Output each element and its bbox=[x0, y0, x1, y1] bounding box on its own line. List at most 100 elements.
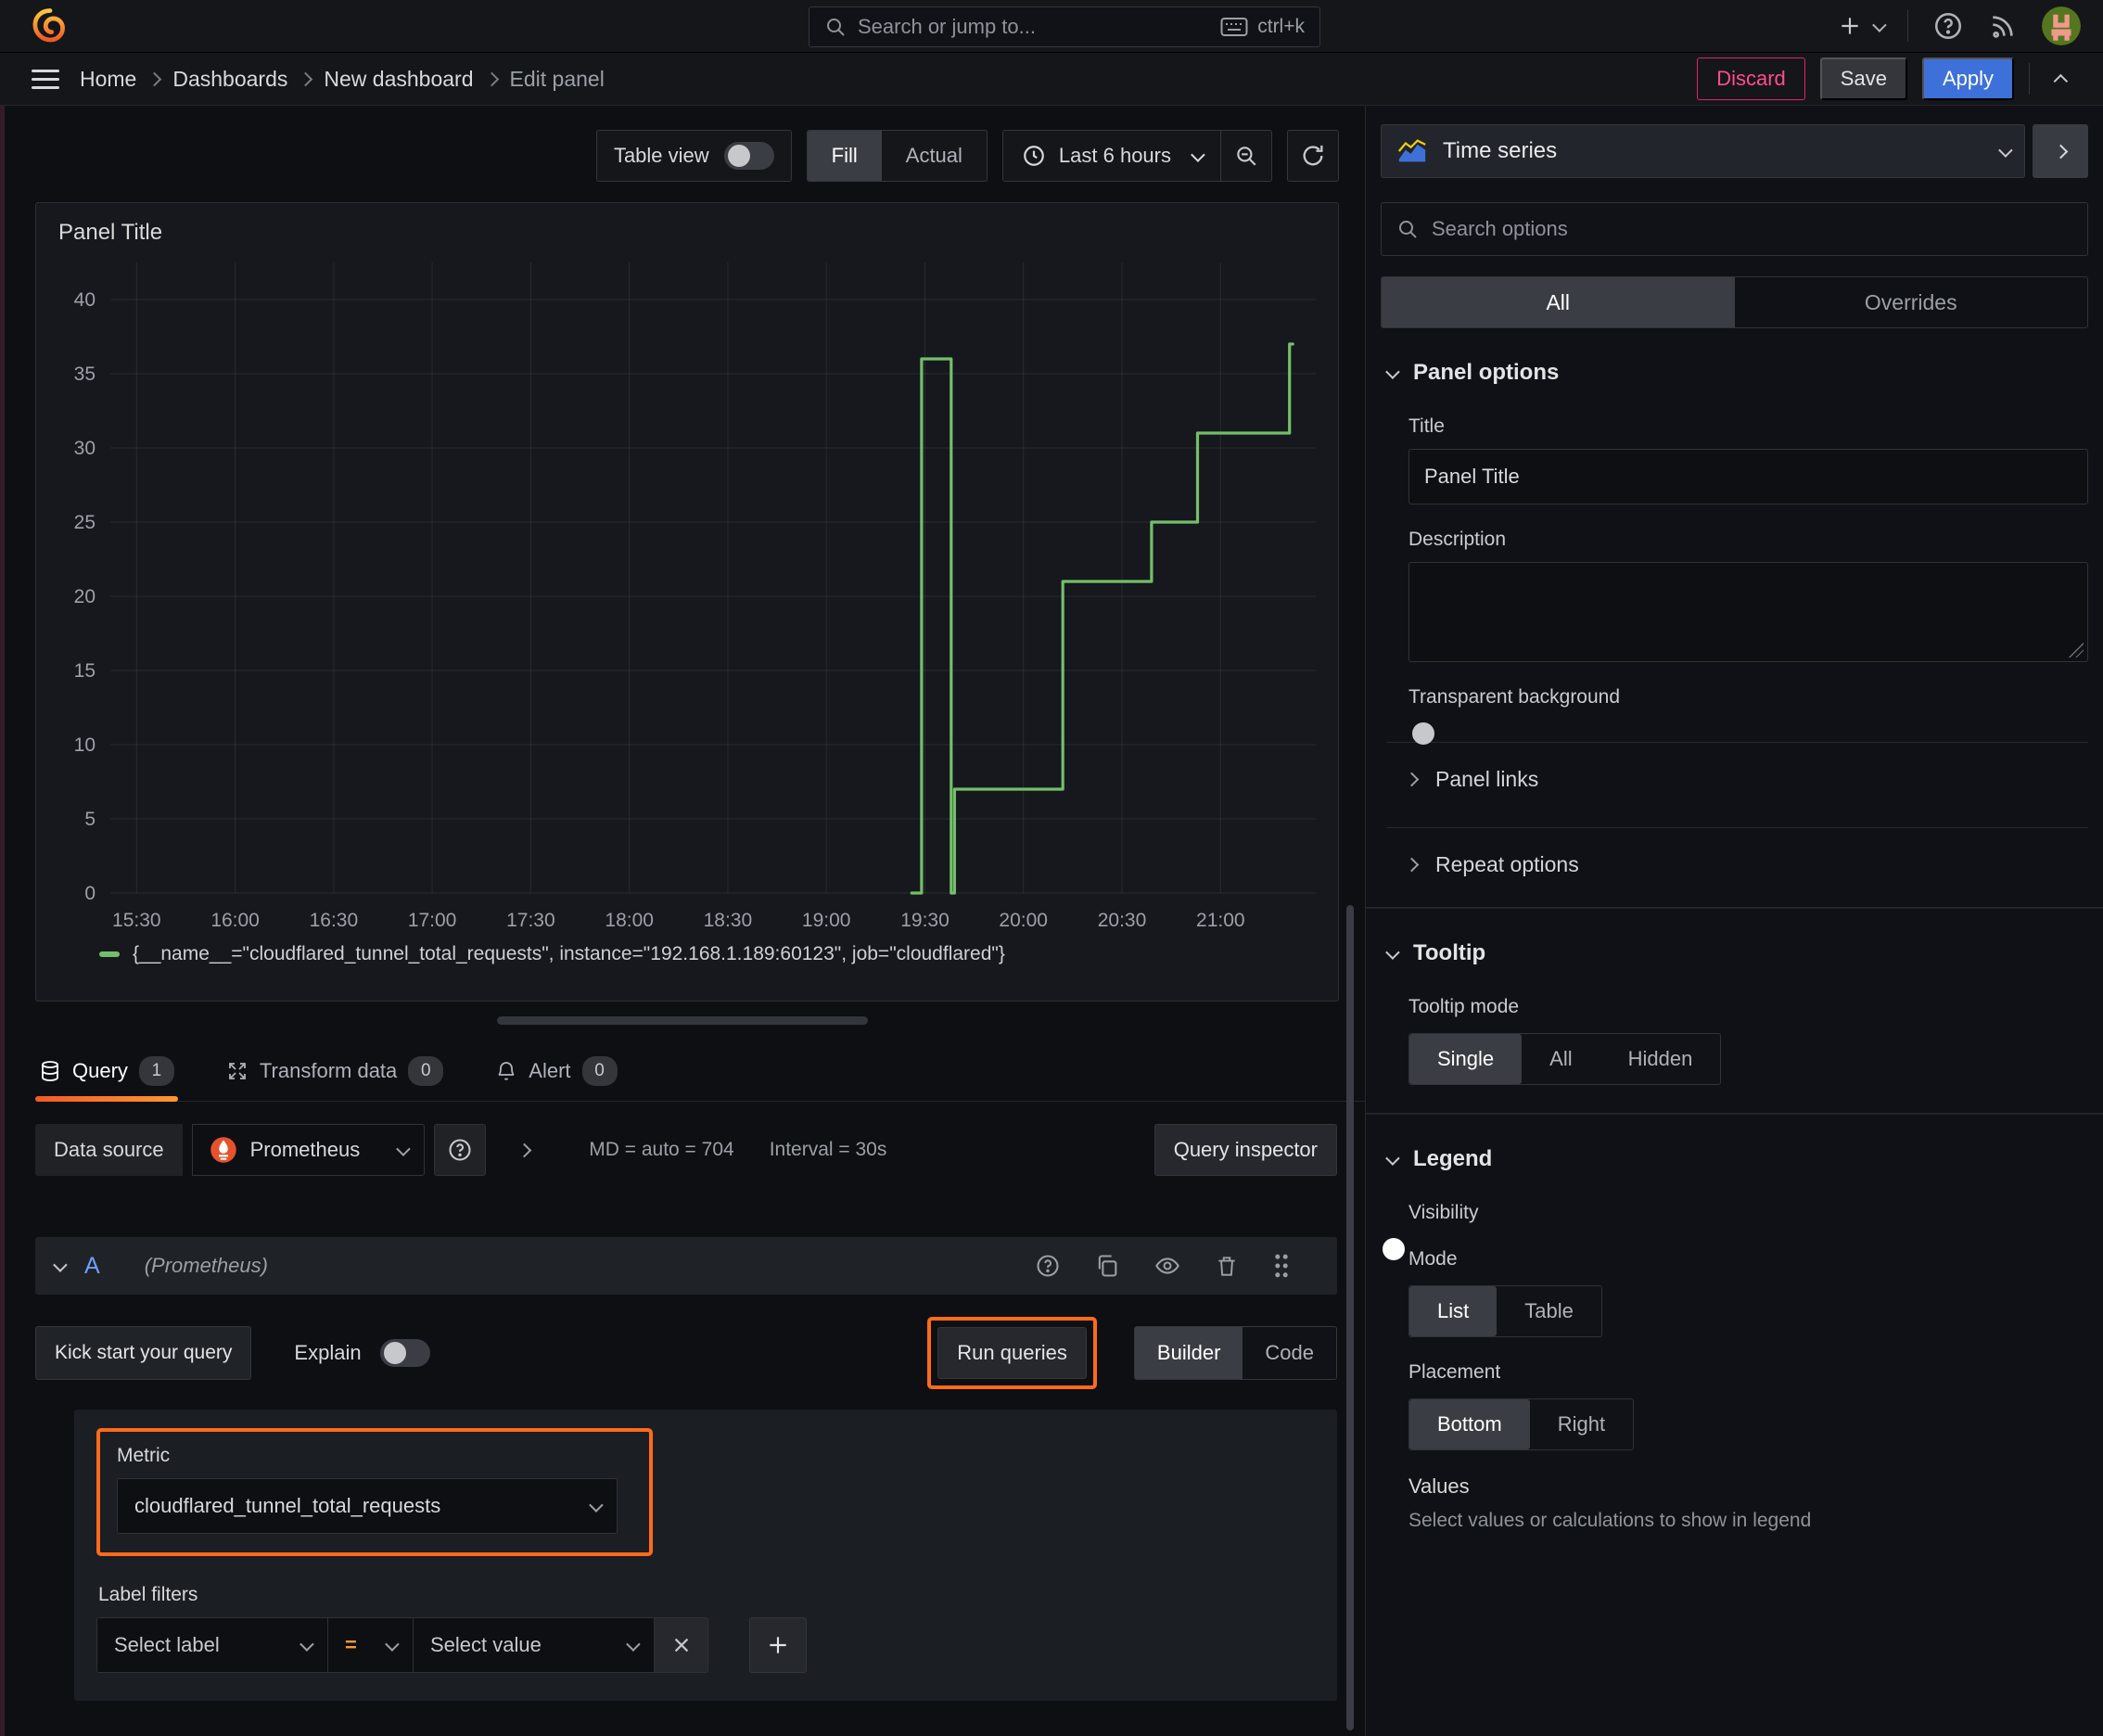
add-new-button[interactable] bbox=[1838, 14, 1887, 38]
tooltip-mode-single[interactable]: Single bbox=[1409, 1034, 1523, 1084]
query-help-button[interactable] bbox=[1035, 1253, 1061, 1279]
tab-alert[interactable]: Alert 0 bbox=[491, 1043, 620, 1101]
query-options-expand-icon[interactable] bbox=[516, 1142, 532, 1157]
collapse-header-icon[interactable] bbox=[2053, 73, 2069, 88]
tab-all[interactable]: All bbox=[1382, 277, 1735, 327]
label-filter-row: Select label = Select value bbox=[96, 1617, 1315, 1673]
panel-title-input[interactable] bbox=[1408, 449, 2088, 504]
tooltip-mode-segmented: Single All Hidden bbox=[1408, 1033, 1722, 1085]
resize-corner-icon[interactable] bbox=[2069, 643, 2084, 657]
svg-text:0: 0 bbox=[84, 883, 96, 904]
apply-button[interactable]: Apply bbox=[1921, 57, 2014, 100]
chevron-right-icon bbox=[1404, 857, 1420, 873]
metric-label: Metric bbox=[117, 1445, 171, 1466]
select-label-placeholder: Select label bbox=[114, 1633, 220, 1656]
delete-query-button[interactable] bbox=[1215, 1253, 1239, 1279]
breadcrumb-home[interactable]: Home bbox=[80, 67, 136, 92]
query-options-summary[interactable]: MD = auto = 704 Interval = 30s bbox=[589, 1139, 886, 1161]
code-option[interactable]: Code bbox=[1243, 1327, 1336, 1379]
transparent-background-label: Transparent background bbox=[1408, 686, 1621, 708]
options-search[interactable] bbox=[1381, 202, 2088, 256]
news-rss-icon[interactable] bbox=[1988, 11, 2018, 41]
duplicate-query-button[interactable] bbox=[1094, 1253, 1120, 1279]
legend-series-label[interactable]: {__name__="cloudflared_tunnel_total_requ… bbox=[133, 943, 1005, 965]
time-range-picker[interactable]: Last 6 hours bbox=[1003, 144, 1220, 168]
tab-transform-data[interactable]: Transform data 0 bbox=[223, 1043, 447, 1101]
metric-select[interactable]: cloudflared_tunnel_total_requests bbox=[117, 1478, 618, 1534]
breadcrumb: Home Dashboards New dashboard Edit panel bbox=[80, 67, 605, 92]
global-search-input[interactable]: Search or jump to... ctrl+k bbox=[809, 6, 1320, 47]
query-ref-id[interactable]: A bbox=[84, 1253, 100, 1280]
toggle-options-pane-button[interactable] bbox=[2033, 124, 2088, 178]
top-nav: Search or jump to... ctrl+k bbox=[0, 0, 2103, 53]
help-icon bbox=[449, 1139, 471, 1161]
help-icon[interactable] bbox=[1932, 10, 1964, 42]
panel-options-header[interactable]: Panel options bbox=[1366, 328, 2103, 391]
legend-placement-right[interactable]: Right bbox=[1530, 1399, 1633, 1449]
legend-placement-segmented: Bottom Right bbox=[1408, 1398, 1635, 1450]
datasource-picker[interactable]: Prometheus bbox=[191, 1124, 426, 1176]
breadcrumb-dashboards[interactable]: Dashboards bbox=[172, 67, 287, 92]
grafana-logo-icon[interactable] bbox=[30, 6, 70, 46]
menu-toggle-icon[interactable] bbox=[32, 69, 59, 89]
explain-control: Explain bbox=[294, 1339, 430, 1367]
chevron-down-icon bbox=[1385, 364, 1400, 379]
chevron-down-icon bbox=[1385, 1150, 1400, 1166]
legend-values-label: Values bbox=[1408, 1474, 1470, 1498]
legend-swatch[interactable] bbox=[99, 951, 120, 957]
legend-placement-label: Placement bbox=[1408, 1361, 1501, 1383]
legend-mode-list[interactable]: List bbox=[1409, 1286, 1498, 1336]
add-filter-button[interactable] bbox=[749, 1617, 807, 1673]
query-inspector-button[interactable]: Query inspector bbox=[1153, 1124, 1337, 1176]
drag-handle-icon[interactable] bbox=[1272, 1253, 1291, 1279]
query-builder-card: Metric cloudflared_tunnel_total_requests… bbox=[74, 1410, 1337, 1701]
timeseries-svg[interactable]: 0 5 10 15 20 25 30 35 40 15:30 16:00 16:30 17:00 17:3… bbox=[51, 251, 1323, 939]
breadcrumb-new-dashboard[interactable]: New dashboard bbox=[324, 67, 473, 92]
legend-header[interactable]: Legend bbox=[1366, 1115, 2103, 1178]
breadcrumb-bar: Home Dashboards New dashboard Edit panel… bbox=[0, 53, 2103, 106]
resize-drag-handle[interactable] bbox=[497, 1016, 868, 1025]
run-queries-button[interactable]: Run queries bbox=[937, 1327, 1087, 1379]
tooltip-mode-hidden[interactable]: Hidden bbox=[1600, 1034, 1721, 1084]
database-icon bbox=[42, 1061, 58, 1081]
zoom-out-button[interactable] bbox=[1221, 131, 1271, 181]
svg-text:20:00: 20:00 bbox=[999, 910, 1048, 931]
fill-option[interactable]: Fill bbox=[807, 131, 882, 181]
left-pane-scrollbar[interactable] bbox=[1346, 905, 1354, 1730]
query-row-header[interactable]: A (Prometheus) bbox=[35, 1237, 1337, 1295]
discard-button[interactable]: Discard bbox=[1697, 57, 1805, 100]
search-icon bbox=[1399, 221, 1417, 238]
tooltip-mode-all[interactable]: All bbox=[1522, 1034, 1600, 1084]
table-view-toggle[interactable] bbox=[723, 142, 774, 170]
metric-value: cloudflared_tunnel_total_requests bbox=[134, 1494, 441, 1517]
panel-toolbar: Table view Fill Actual Last 6 hours bbox=[0, 130, 1339, 182]
select-value-dropdown[interactable]: Select value bbox=[414, 1617, 655, 1673]
tab-query-label: Query bbox=[72, 1059, 128, 1082]
user-avatar[interactable] bbox=[2042, 6, 2081, 45]
refresh-button[interactable] bbox=[1288, 131, 1338, 181]
options-search-input[interactable] bbox=[1432, 217, 2072, 241]
builder-option[interactable]: Builder bbox=[1134, 1327, 1243, 1379]
legend-mode-table[interactable]: Table bbox=[1497, 1286, 1601, 1336]
interval: Interval = 30s bbox=[769, 1139, 887, 1160]
kickstart-query-button[interactable]: Kick start your query bbox=[35, 1326, 252, 1380]
save-button[interactable]: Save bbox=[1819, 57, 1907, 100]
repeat-options-section[interactable]: Repeat options bbox=[1366, 828, 2103, 879]
divider bbox=[2029, 63, 2030, 95]
hide-query-button[interactable] bbox=[1153, 1253, 1181, 1279]
description-textarea[interactable] bbox=[1408, 562, 2088, 662]
operator-dropdown[interactable]: = bbox=[328, 1617, 414, 1673]
explain-toggle[interactable] bbox=[379, 1339, 430, 1367]
legend-placement-bottom[interactable]: Bottom bbox=[1409, 1399, 1530, 1449]
collapse-query-icon[interactable] bbox=[53, 1257, 68, 1272]
remove-filter-button[interactable] bbox=[655, 1617, 708, 1673]
chevron-right-icon bbox=[1404, 772, 1420, 787]
tooltip-header[interactable]: Tooltip bbox=[1366, 909, 2103, 972]
select-label-dropdown[interactable]: Select label bbox=[96, 1617, 328, 1673]
tab-overrides[interactable]: Overrides bbox=[1735, 277, 2088, 327]
tab-query[interactable]: Query 1 bbox=[35, 1043, 178, 1102]
visualization-picker[interactable]: Time series bbox=[1381, 124, 2025, 178]
datasource-help-button[interactable] bbox=[434, 1124, 487, 1176]
panel-links-section[interactable]: Panel links bbox=[1366, 743, 2103, 794]
actual-option[interactable]: Actual bbox=[882, 131, 987, 181]
